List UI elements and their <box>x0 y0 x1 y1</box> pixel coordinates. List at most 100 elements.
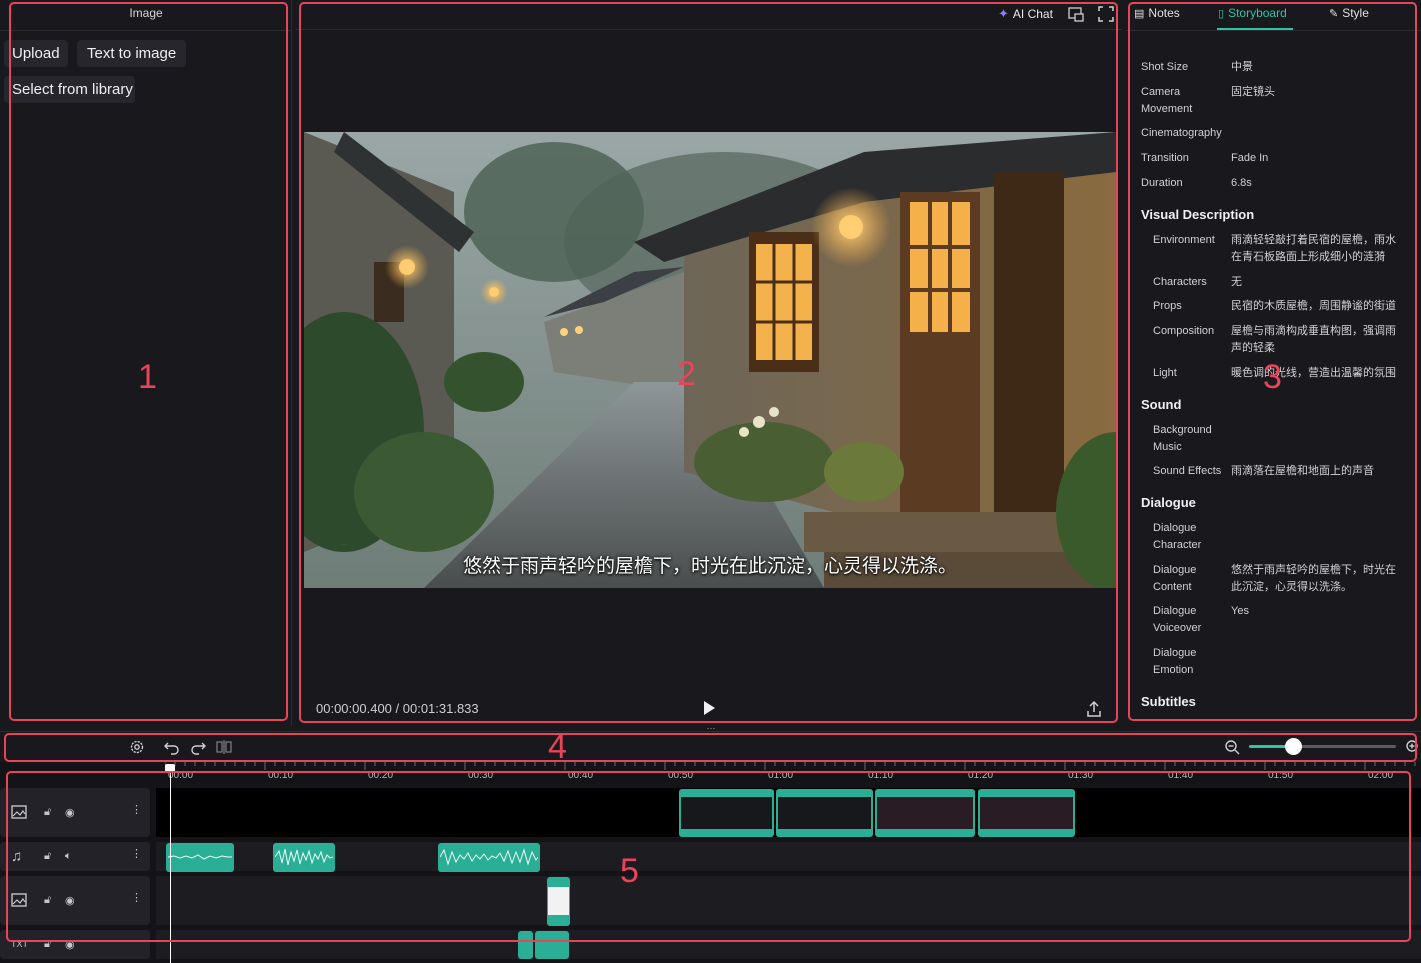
redo-icon[interactable] <box>190 739 206 755</box>
ruler-label: 00:40 <box>568 770 594 781</box>
dialogue-character-label: Dialogue Character <box>1153 522 1202 551</box>
sparkle-icon: ✦ <box>998 6 1009 21</box>
fullscreen-icon[interactable] <box>1097 5 1115 23</box>
eye-icon[interactable]: ◉ <box>65 894 75 907</box>
zoom-slider[interactable] <box>1249 745 1396 748</box>
ruler-label: 00:30 <box>468 770 494 781</box>
sound-effects-value[interactable]: 雨滴落在屋檐和地面上的声音 <box>1231 463 1406 480</box>
dialogue-content-value[interactable]: 悠然于雨声轻吟的屋檐下，时光在此沉淀，心灵得以洗涤。 <box>1231 562 1406 596</box>
subtitles-title: Subtitles <box>1141 694 1196 709</box>
dialogue-voiceover-label: Dialogue Voiceover <box>1153 605 1202 634</box>
lock-icon[interactable]: 🔓︎ <box>44 894 51 907</box>
text-clip[interactable] <box>518 931 533 959</box>
audio-clip[interactable] <box>166 843 234 872</box>
video-clip[interactable] <box>978 789 1075 837</box>
transition-label: Transition <box>1141 152 1189 164</box>
ruler-label: 02:00 <box>1368 770 1394 781</box>
app-root: Image Upload Text to image Select from l… <box>0 0 1421 963</box>
dialogue-content-label: Dialogue Content <box>1153 564 1197 593</box>
eye-icon[interactable]: ◉ <box>65 806 75 819</box>
lock-icon[interactable]: 🔓︎ <box>44 850 51 863</box>
lock-icon[interactable]: 🔓︎ <box>44 938 51 951</box>
dialogue-voiceover-value[interactable]: Yes <box>1231 603 1406 620</box>
notes-icon: ▤ <box>1134 7 1145 20</box>
ruler-label: 01:40 <box>1168 770 1194 781</box>
speaker-icon[interactable]: 🔈︎ <box>65 850 72 863</box>
export-icon[interactable] <box>1085 700 1103 718</box>
camera-movement-label: Camera Movement <box>1141 86 1193 115</box>
audio-track <box>156 842 1421 871</box>
video-clip[interactable] <box>776 789 873 837</box>
waveform <box>440 848 538 866</box>
more-icon[interactable]: ⋮ <box>131 891 142 904</box>
light-value[interactable]: 暖色调的光线，营造出温馨的氛围 <box>1231 365 1406 382</box>
environment-value[interactable]: 雨滴轻轻敲打着民宿的屋檐，雨水在青石板路面上形成细小的涟漪 <box>1231 232 1406 266</box>
video-clip[interactable] <box>875 789 975 837</box>
eye-icon[interactable]: ◉ <box>65 938 75 951</box>
play-icon[interactable] <box>701 700 717 716</box>
composition-value[interactable]: 屋檐与雨滴构成垂直构图，强调雨声的轻柔 <box>1231 323 1406 357</box>
zoom-out-icon[interactable] <box>1224 739 1240 755</box>
ruler-ticks <box>165 762 1416 770</box>
zoom-slider-handle[interactable] <box>1285 738 1303 755</box>
image-track <box>156 876 1421 925</box>
ruler-label: 01:30 <box>1068 770 1094 781</box>
sound-title: Sound <box>1141 397 1182 412</box>
track-header-audio: ♫ 🔓︎ 🔈︎ ⋮ <box>0 842 150 871</box>
audio-clip[interactable] <box>438 843 540 872</box>
timeline-toolbar <box>0 731 1421 762</box>
playhead[interactable] <box>170 768 171 963</box>
settings-icon[interactable] <box>129 739 145 755</box>
tab-storyboard[interactable]: ▯ Storyboard <box>1218 6 1287 20</box>
properties-panel: ▤ Notes ▯ Storyboard ✎ Style Shot Size 中… <box>1126 0 1421 726</box>
cinematography-label: Cinematography <box>1141 127 1222 139</box>
more-icon[interactable]: ⋮ <box>131 803 142 816</box>
shot-size-label: Shot Size <box>1141 61 1189 73</box>
tab-storyboard-label: Storyboard <box>1228 6 1287 20</box>
duration-label: Duration <box>1141 177 1183 189</box>
subtitle-overlay: 悠然于雨声轻吟的屋檐下，时光在此沉淀，心灵得以洗涤。 <box>462 556 957 577</box>
text-to-image-button[interactable]: Text to image <box>77 40 187 67</box>
text-clip[interactable] <box>535 931 569 959</box>
ruler-label: 01:00 <box>768 770 794 781</box>
upload-button[interactable]: Upload <box>4 40 68 67</box>
dialogue-title: Dialogue <box>1141 495 1196 510</box>
track-header-image: 🔓︎ ◉ ⋮ <box>0 876 150 925</box>
video-clip[interactable] <box>679 789 774 837</box>
shot-size-value[interactable]: 中景 <box>1231 59 1406 76</box>
duration-value[interactable]: 6.8s <box>1231 175 1406 192</box>
resize-handle[interactable]: ··· <box>704 724 718 733</box>
tab-bar: ▤ Notes ▯ Storyboard ✎ Style <box>1126 0 1421 31</box>
composition-label: Composition <box>1153 325 1215 337</box>
split-icon[interactable] <box>216 739 232 755</box>
image-clip[interactable] <box>547 877 570 926</box>
picture-in-picture-icon[interactable] <box>1067 5 1085 23</box>
tab-notes-label: Notes <box>1148 6 1180 20</box>
ruler-label: 00:10 <box>268 770 294 781</box>
props-value[interactable]: 民宿的木质屋檐，周围静谧的街道 <box>1231 298 1406 315</box>
light-label: Light <box>1153 367 1177 379</box>
ruler-label: 01:10 <box>868 770 894 781</box>
camera-movement-value[interactable]: 固定镜头 <box>1231 84 1406 101</box>
transition-value[interactable]: Fade In <box>1231 150 1406 167</box>
visual-description-title: Visual Description <box>1141 207 1255 222</box>
ruler-label: 01:50 <box>1268 770 1294 781</box>
ruler-label: 01:20 <box>968 770 994 781</box>
audio-clip[interactable] <box>273 843 335 872</box>
lock-icon[interactable]: 🔓︎ <box>44 806 51 819</box>
environment-label: Environment <box>1153 234 1215 246</box>
more-icon[interactable]: ⋮ <box>131 847 142 860</box>
zoom-in-icon[interactable] <box>1405 739 1421 755</box>
tab-notes[interactable]: ▤ Notes <box>1134 6 1180 20</box>
undo-icon[interactable] <box>164 739 180 755</box>
select-from-library-button[interactable]: Select from library <box>4 76 135 103</box>
tab-style[interactable]: ✎ Style <box>1329 6 1369 20</box>
image-thumbnail <box>548 887 569 915</box>
preview-image: 悠然于雨声轻吟的屋檐下，时光在此沉淀，心灵得以洗涤。 <box>304 132 1116 588</box>
image-panel: Image Upload Text to image Select from l… <box>0 0 292 726</box>
track-header-video: 🔓︎ ◉ ⋮ <box>0 788 150 837</box>
ai-chat-button[interactable]: ✦ AI Chat <box>998 6 1053 22</box>
timeline-ruler[interactable]: 00:00 00:10 00:20 00:30 00:40 00:50 01:00 01:10… <box>165 762 1421 782</box>
characters-value[interactable]: 无 <box>1231 274 1406 291</box>
preview-header: ✦ AI Chat <box>296 0 1122 30</box>
